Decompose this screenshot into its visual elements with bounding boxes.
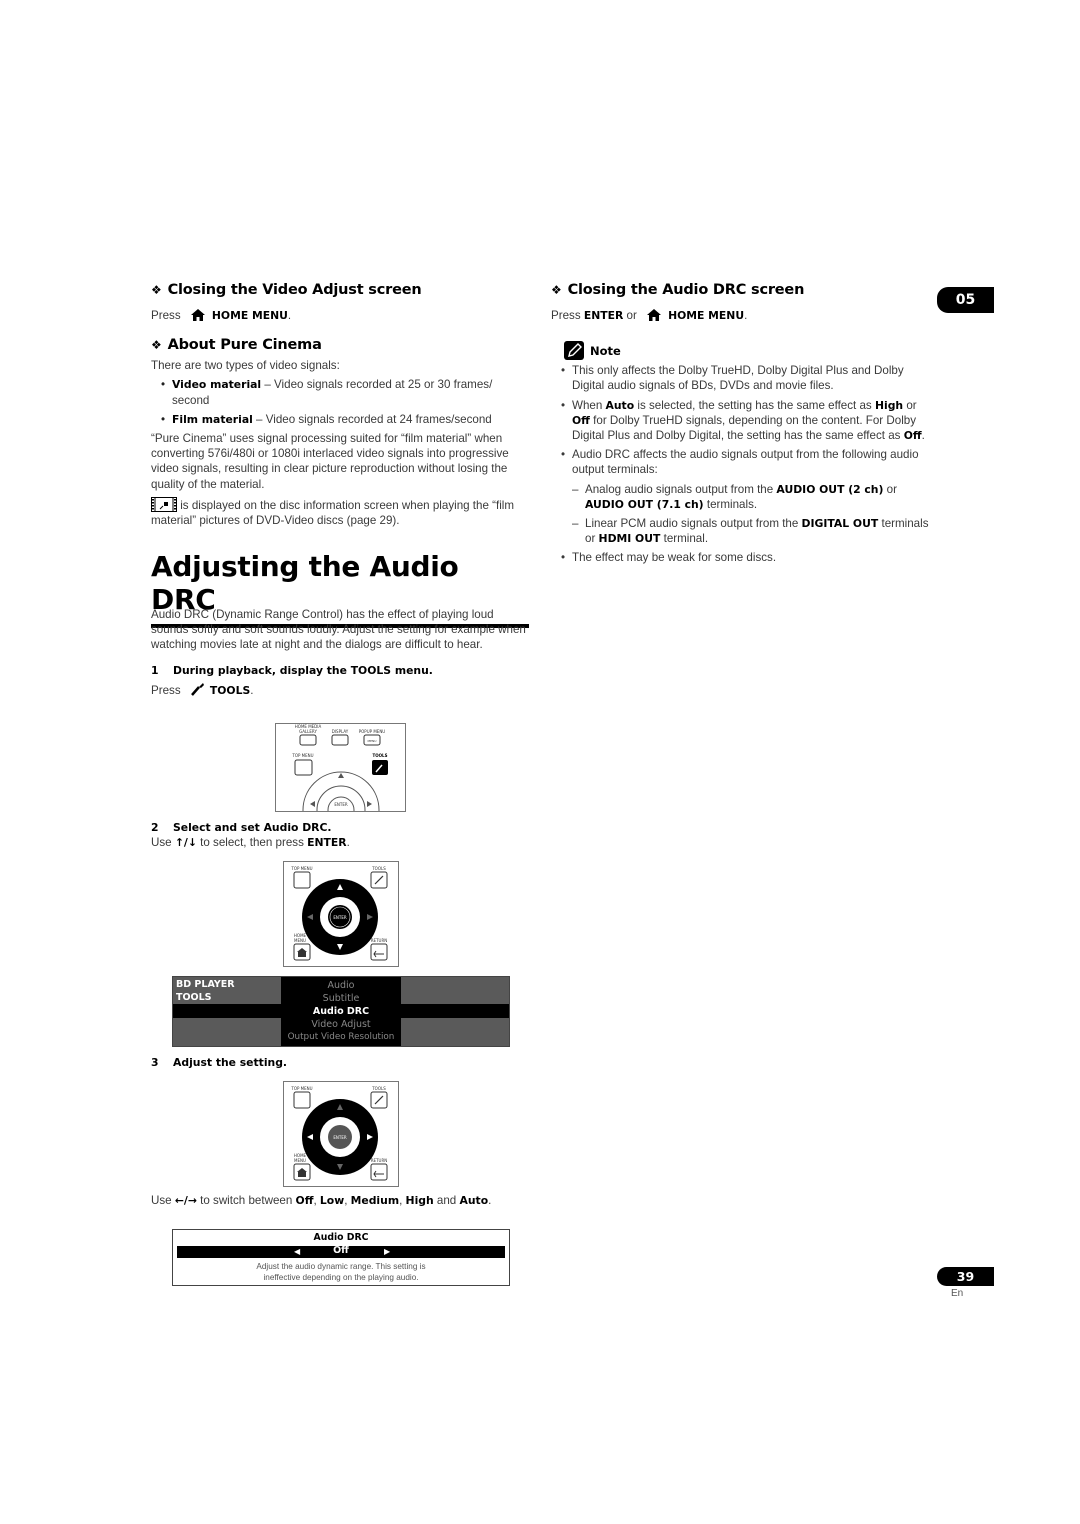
remote-illustration-tools: HOME MEDIA GALLERY DISPLAY POPUP MENU ME… — [275, 723, 406, 849]
step-3-title: 3 Adjust the setting. — [151, 1056, 288, 1069]
video-material-bullet: Video material – Video signals recorded … — [151, 377, 529, 407]
remote-label-tools: TOOLS — [371, 866, 386, 871]
option-off: Off — [295, 1194, 314, 1207]
closing-audio-instruction: Press ENTER or HOME MENU. — [551, 309, 748, 322]
remote-drawing: HOME MEDIA GALLERY DISPLAY POPUP MENU ME… — [291, 724, 388, 849]
top-menu-button — [293, 871, 311, 889]
remote-label-tools: TOOLS — [371, 1086, 386, 1091]
remote-illustration-select: TOP MENU TOOLS ENTER HOME MENU RETURN — [283, 861, 399, 967]
menu-item-audio-drc[interactable]: Audio DRC — [281, 1005, 401, 1018]
remote-label-tools: TOOLS — [373, 753, 388, 758]
menu-item-video-adjust[interactable]: Video Adjust — [281, 1018, 401, 1031]
audio-drc-value: Off — [333, 1245, 349, 1256]
remote-label-display: DISPLAY — [332, 729, 349, 734]
closing-audio-drc-heading: ❖ Closing the Audio DRC screen — [551, 282, 805, 298]
option-medium: Medium — [350, 1194, 400, 1207]
remote-drawing-3: TOP MENU TOOLS ENTER HOME MENU RETURN — [290, 1086, 388, 1181]
note-pencil-icon — [564, 341, 584, 361]
note-bullet-4: The effect may be weak for some discs. — [551, 550, 929, 565]
audio-drc-screen-title: Audio DRC — [313, 1232, 369, 1243]
chapter-tab: 05 — [937, 287, 994, 313]
up-down-arrows-icon: ↑/↓ — [174, 836, 197, 849]
remote-label-popup-menu: POPUP MENU — [359, 729, 386, 734]
note-dash-2: Linear PCM audio signals output from the… — [551, 516, 929, 546]
return-button — [370, 1163, 388, 1181]
language-label: En — [951, 1288, 964, 1299]
pure-cinema-paragraph: “Pure Cinema” uses signal processing sui… — [151, 432, 509, 491]
note-dash-1: Analog audio signals output from the AUD… — [551, 482, 929, 512]
menu-item-audio[interactable]: Audio — [281, 979, 401, 992]
top-menu-button — [294, 759, 313, 776]
tools-menu-screen: BD PLAYER TOOLS Audio Subtitle Audio DRC … — [172, 976, 510, 1047]
option-low: Low — [319, 1194, 345, 1207]
film-icon-paragraph: is displayed on the disc information scr… — [151, 496, 515, 528]
right-column: ❖ Closing the Audio DRC screen Press ENTE… — [551, 282, 929, 566]
pure-cinema-intro: There are two types of video signals: — [151, 359, 340, 373]
film-material-bullet: Film material – Video signals recorded a… — [151, 412, 529, 427]
svg-text:ENTER: ENTER — [333, 915, 346, 920]
closing-video-adjust-heading: ❖ Closing the Video Adjust screen — [151, 282, 422, 298]
note-bullet-3: Audio DRC affects the audio signals outp… — [551, 447, 929, 477]
svg-text:ENTER: ENTER — [333, 1135, 346, 1140]
svg-text:GALLERY: GALLERY — [299, 729, 317, 734]
left-right-arrows-icon: ←/→ — [174, 1194, 197, 1207]
home-icon — [190, 309, 205, 321]
step-2-title: 2 Select and set Audio DRC. — [151, 821, 332, 834]
audio-drc-description: Adjust the audio dynamic range. This set… — [256, 1262, 426, 1282]
display-button — [331, 734, 349, 746]
film-material-icon — [151, 496, 177, 512]
note-header: Note — [564, 341, 929, 361]
svg-text:MENU: MENU — [294, 1158, 306, 1163]
step-3-instruction-wrap: Use ←/→ to switch between Off, Low, Medi… — [151, 1193, 551, 1208]
return-button — [370, 943, 388, 961]
diamond-bullet-icon: ❖ — [151, 283, 162, 297]
remote-drawing-2: TOP MENU TOOLS ENTER HOME MENU RETURN — [290, 866, 388, 961]
tools-wrench-icon — [190, 682, 204, 696]
menu-item-output-video-resolution[interactable]: Output Video Resolution — [281, 1031, 401, 1044]
remote-label-top-menu: TOP MENU — [290, 866, 312, 871]
remote-label-top-menu: TOP MENU — [291, 753, 313, 758]
home-media-gallery-button — [299, 734, 317, 746]
step-1-title: 1 During playback, display the TOOLS menu… — [151, 663, 433, 677]
option-auto: Auto — [459, 1194, 489, 1207]
step-3-instruction: Use ←/→ to switch between Off, Low, Medi… — [151, 1194, 492, 1207]
note-bullet-2: When Auto is selected, the setting has t… — [551, 398, 929, 444]
step-1-instruction: Press TOOLS. — [151, 682, 254, 697]
remote-label-return: RETURN — [371, 938, 387, 943]
right-arrow-icon[interactable]: ▶ — [384, 1246, 390, 1258]
step-3: 3 Adjust the setting. — [151, 1056, 529, 1069]
svg-text:MENU: MENU — [368, 739, 377, 743]
about-pure-cinema-heading: ❖ About Pure Cinema — [151, 337, 322, 354]
diamond-bullet-icon: ❖ — [551, 283, 562, 297]
step-2-instruction: Use ↑/↓ to select, then press ENTER. — [151, 836, 350, 849]
audio-drc-intro: Audio DRC (Dynamic Range Control) has th… — [151, 608, 526, 652]
svg-text:ENTER: ENTER — [334, 802, 347, 807]
remote-label-return: RETURN — [371, 1158, 387, 1163]
remote-label-top-menu: TOP MENU — [290, 1086, 312, 1091]
top-menu-button — [293, 1091, 311, 1109]
home-icon — [647, 309, 662, 321]
diamond-bullet-icon: ❖ — [151, 338, 162, 353]
audio-drc-body: Audio DRC (Dynamic Range Control) has th… — [151, 607, 529, 698]
left-column: ❖ Closing the Video Adjust screen Press H… — [151, 282, 529, 528]
audio-drc-value-selector[interactable]: ◀ Off ▶ — [177, 1245, 505, 1258]
note-bullet-1: This only affects the Dolby TrueHD, Dolb… — [551, 363, 929, 393]
step-2: 2 Select and set Audio DRC. Use ↑/↓ to se… — [151, 821, 529, 850]
page-number: 39 — [937, 1267, 994, 1286]
remote-illustration-adjust: TOP MENU TOOLS ENTER HOME MENU RETURN — [283, 1081, 399, 1187]
audio-drc-screen: Audio DRC ◀ Off ▶ Adjust the audio dynam… — [172, 1229, 510, 1286]
closing-video-instruction: Press HOME MENU. — [151, 309, 292, 322]
svg-text:MENU: MENU — [294, 938, 306, 943]
option-high: High — [405, 1194, 434, 1207]
menu-item-subtitle[interactable]: Subtitle — [281, 992, 401, 1005]
tools-menu-header: BD PLAYER TOOLS — [176, 979, 235, 1003]
